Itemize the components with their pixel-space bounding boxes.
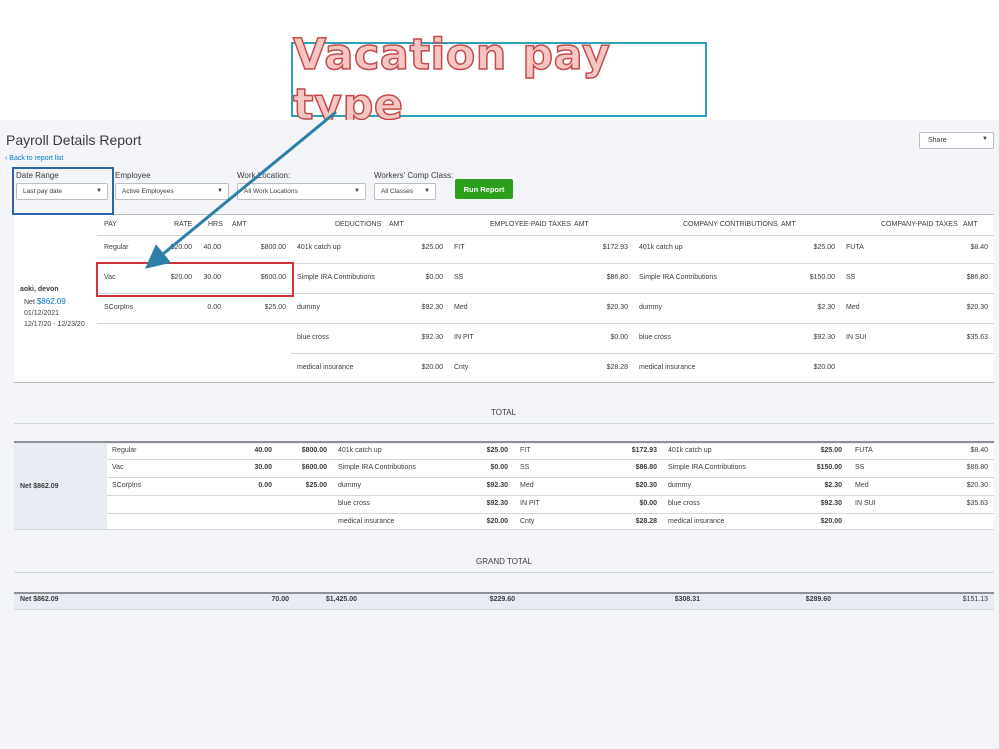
grand-total-deductions: $229.60 xyxy=(489,596,515,603)
col-header-amt: AMT xyxy=(781,221,796,228)
page-title: Payroll Details Report xyxy=(6,132,142,148)
col-header-company-contributions: COMPANY CONTRIBUTIONS xyxy=(683,221,778,228)
col-header-amt: AMT xyxy=(232,221,247,228)
grand-total-title: GRAND TOTAL xyxy=(476,557,533,566)
pay-date: 01/12/2021 xyxy=(24,310,60,317)
date-range-highlight-box xyxy=(12,167,114,215)
col-header-amt: AMT xyxy=(963,221,978,228)
back-to-report-list-link[interactable]: ‹ Back to report list xyxy=(5,155,63,162)
work-location-select[interactable]: All Work Locations ▼ xyxy=(237,183,366,200)
grand-total-amt: $1,425.00 xyxy=(325,596,357,603)
grand-total-employee-taxes: $308.31 xyxy=(674,596,700,603)
col-header-employee-paid-taxes: EMPLOYEE-PAID TAXES xyxy=(490,221,571,228)
col-header-rate: RATE xyxy=(174,221,193,228)
employee-select[interactable]: Active Employees ▼ xyxy=(115,183,229,200)
col-header-amt: AMT xyxy=(389,221,404,228)
grand-total-company-contributions: $289.60 xyxy=(805,596,831,603)
col-header-company-paid-taxes: COMPANY-PAID TAXES xyxy=(881,221,958,228)
total-net: Net $862.09 xyxy=(20,483,59,490)
col-header-hrs: HRS xyxy=(208,221,223,228)
workers-comp-label: Workers' Comp Class: xyxy=(374,171,454,180)
vacation-row-highlight-box xyxy=(96,262,294,297)
net-pay-link[interactable]: $862.09 xyxy=(37,297,66,306)
grand-total-hrs: 70.00 xyxy=(271,596,289,603)
employee-name: aoki, devon xyxy=(20,286,59,293)
total-title: TOTAL xyxy=(491,408,517,417)
share-dropdown[interactable]: Share ▼ xyxy=(919,132,994,149)
caret-down-icon: ▼ xyxy=(424,188,430,194)
annotation-callout: Vacation pay type xyxy=(291,29,707,130)
grand-total-company-taxes: $151.13 xyxy=(962,596,988,603)
employee-net: Net $862.09 xyxy=(24,297,66,306)
payroll-report: Payroll Details Report ‹ Back to report … xyxy=(0,120,999,749)
grand-total-net: Net $862.09 xyxy=(20,596,59,603)
col-header-deductions: DEDUCTIONS xyxy=(335,221,382,228)
detail-table xyxy=(14,215,994,383)
caret-down-icon: ▼ xyxy=(982,136,988,142)
run-report-button[interactable]: Run Report xyxy=(455,179,513,199)
annotation-text: Vacation pay type xyxy=(292,29,611,131)
col-header-pay: PAY xyxy=(104,221,117,228)
employee-label: Employee xyxy=(115,171,151,180)
caret-down-icon: ▼ xyxy=(354,188,360,194)
col-header-amt: AMT xyxy=(574,221,589,228)
caret-down-icon: ▼ xyxy=(217,188,223,194)
work-location-label: Work Location: xyxy=(237,171,291,180)
pay-period: 12/17/20 - 12/23/20 xyxy=(24,321,85,328)
workers-comp-select[interactable]: All Classes ▼ xyxy=(374,183,436,200)
